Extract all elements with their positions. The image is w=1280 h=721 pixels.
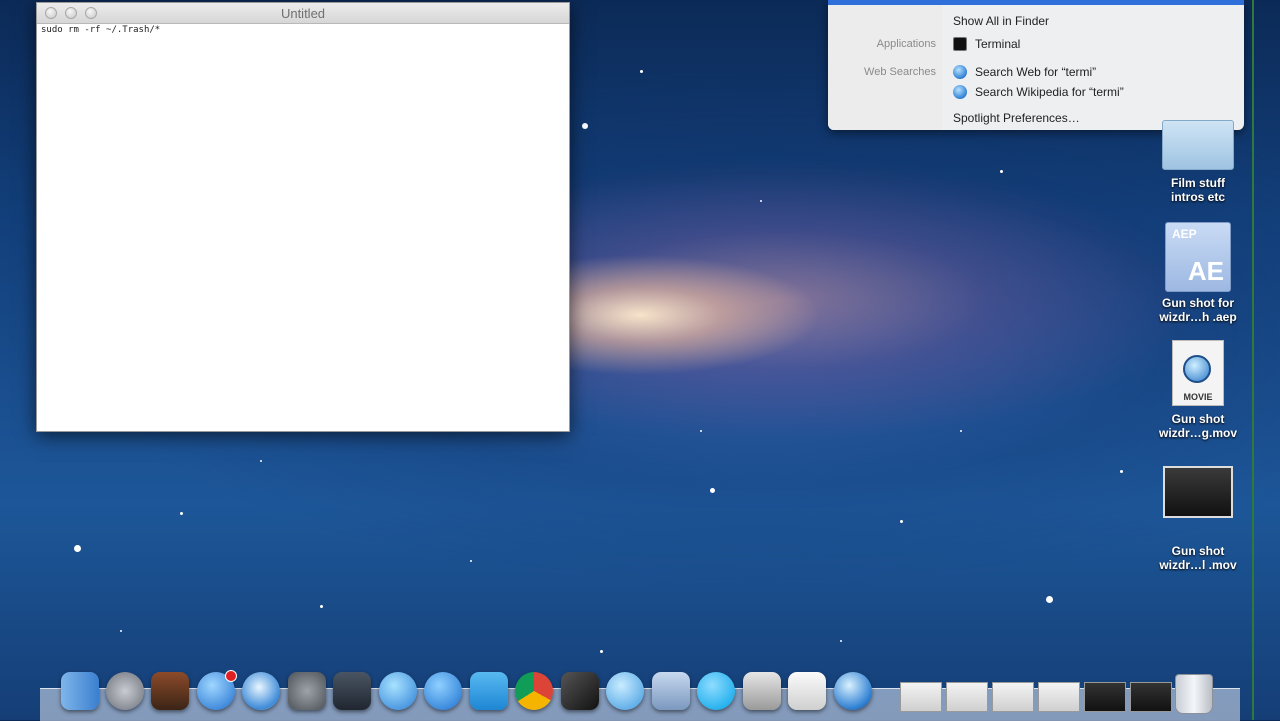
quicktime-movie-icon: MOVIE [1172,340,1224,406]
minimized-window-thumbnail[interactable] [992,682,1034,712]
terminal-label: Terminal [975,37,1021,51]
spotlight-result-search-web[interactable]: Search Web for “termi” [953,65,1096,79]
spotlight-category-column [828,0,942,130]
quicktime-logo [1183,355,1211,383]
skype-icon[interactable] [697,672,735,710]
terminal-icon [953,37,967,51]
folder-icon [1162,120,1234,170]
file-type-tag: MOVIE [1183,392,1213,402]
spotlight-menu: Show All in Finder Applications Terminal… [828,0,1244,130]
desktop-item-gun-shot-mov-2[interactable]: Gun shot wizdr…l .mov [1153,466,1243,572]
spotlight-result-search-wikipedia[interactable]: Search Wikipedia for “termi” [953,85,1124,99]
desktop-item-label: Film stuff [1171,176,1225,190]
spotlight-selection-bar [828,0,1244,5]
desktop-item-gun-shot-aep[interactable]: AEP AE Gun shot for wizdr…h .aep [1153,222,1243,324]
trash-icon[interactable] [1175,674,1213,714]
file-type-mark: AE [1187,256,1224,286]
desktop-item-label: wizdr…g.mov [1158,426,1237,440]
spotlight-preferences-item[interactable]: Spotlight Preferences… [953,111,1080,125]
quicktime-icon[interactable] [834,672,872,710]
itunes-icon[interactable] [379,672,417,710]
document-text[interactable]: sudo rm -rf ~/.Trash/* [41,25,160,35]
desktop-item-label: Gun shot [1171,544,1225,558]
spotlight-preferences-label: Spotlight Preferences… [953,111,1080,125]
spotlight-result-terminal[interactable]: Terminal [953,37,1020,51]
photo-booth-icon[interactable] [151,672,189,710]
screen-edge-line [1252,0,1254,720]
search-wikipedia-label: Search Wikipedia for “termi” [975,85,1124,99]
minimized-window-thumbnail[interactable] [900,682,942,712]
system-preferences-icon[interactable] [288,672,326,710]
vlc-icon[interactable] [424,672,462,710]
text-editor-window[interactable]: Untitled sudo rm -rf ~/.Trash/* [36,2,570,432]
launchpad-icon[interactable] [106,672,144,710]
category-web-searches: Web Searches [864,66,936,78]
twitter-icon[interactable] [470,672,508,710]
window-title: Untitled [280,6,326,21]
image-capture-icon[interactable] [743,672,781,710]
globe-icon [953,85,967,99]
desktop-item-label: Gun shot for [1162,296,1234,310]
final-cut-icon[interactable] [561,672,599,710]
desktop-item-gun-shot-mov-1[interactable]: MOVIE Gun shot wizdr…g.mov [1153,340,1243,440]
finder-icon[interactable] [61,672,99,710]
chrome-icon[interactable] [515,672,553,710]
file-type-tag: AEP [1172,227,1197,241]
desktop-item-label: wizdr…l .mov [1159,558,1237,572]
desktop-item-film-stuff[interactable]: Film stuff intros etc [1153,120,1243,204]
minimized-window-thumbnail[interactable] [1084,682,1126,712]
video-thumbnail-icon [1163,466,1233,518]
desktop-item-label: intros etc [1170,190,1225,204]
minimized-window-thumbnail[interactable] [946,682,988,712]
notification-badge [225,670,237,682]
messages-icon[interactable] [606,672,644,710]
preview-icon[interactable] [652,672,690,710]
globe-icon [953,65,967,79]
show-all-in-finder-item[interactable]: Show All in Finder [953,14,1049,28]
show-all-label: Show All in Finder [953,14,1050,28]
window-titlebar[interactable]: Untitled [37,3,569,24]
textedit-icon[interactable] [788,672,826,710]
after-effects-file-icon: AEP AE [1165,222,1231,292]
minimized-window-thumbnail[interactable] [1038,682,1080,712]
minimized-window-thumbnail[interactable] [1130,682,1172,712]
screen-recorder-icon[interactable] [333,672,371,710]
search-web-label: Search Web for “termi” [975,65,1097,79]
category-applications: Applications [876,38,936,50]
desktop-item-label: Gun shot [1171,412,1225,426]
safari-icon[interactable] [242,672,280,710]
desktop-item-label: wizdr…h .aep [1159,310,1237,324]
